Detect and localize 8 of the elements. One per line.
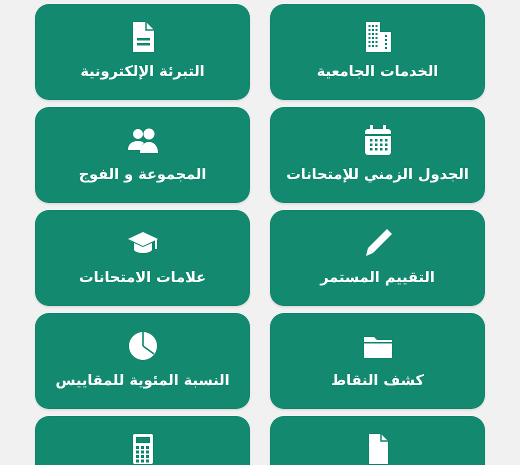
menu-tile[interactable]: علامات الامتحانات [35, 210, 250, 306]
menu-tile[interactable]: التبرئة الإلكترونية [35, 4, 250, 100]
menu-tile[interactable]: كشف النقاط [270, 313, 485, 409]
menu-tile[interactable]: النسبة المئوية للمقاييس [35, 313, 250, 409]
menu-tile[interactable]: التقييم المستمر [270, 210, 485, 306]
menu-tile[interactable]: الجدول الزمني للإمتحانات [270, 107, 485, 203]
menu-tile[interactable]: الخدمات الجامعية [270, 4, 485, 100]
menu-tile[interactable]: المجموعة و الفوج [35, 107, 250, 203]
